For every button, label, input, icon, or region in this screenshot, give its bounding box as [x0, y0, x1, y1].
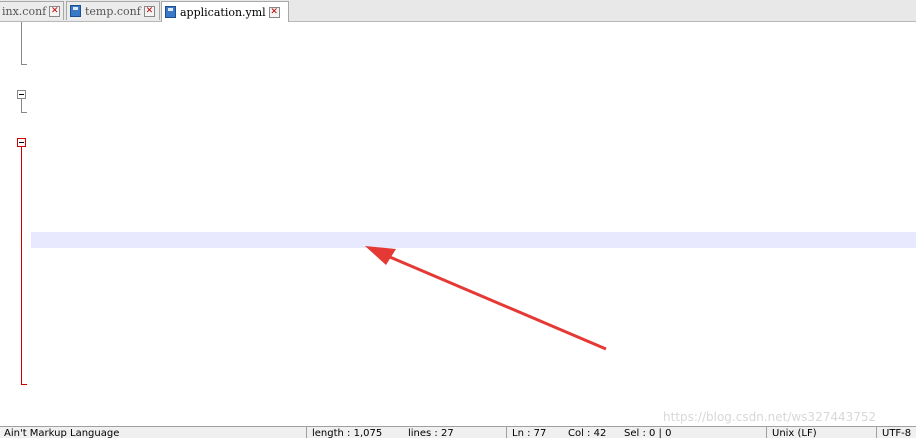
tab-nginx-conf[interactable]: inx.conf ✕ — [0, 1, 64, 20]
save-disk-icon — [165, 6, 176, 18]
close-icon[interactable]: ✕ — [49, 5, 61, 17]
tab-label: application.yml — [180, 5, 266, 19]
code-editor[interactable] — [0, 22, 916, 426]
fold-end — [21, 64, 27, 65]
fold-toggle-icon[interactable] — [17, 90, 26, 99]
current-line-highlight — [31, 232, 916, 248]
fold-end — [21, 384, 27, 385]
fold-toggle-icon[interactable] — [17, 138, 26, 147]
tab-label: inx.conf — [2, 4, 47, 18]
close-icon[interactable]: ✕ — [268, 6, 280, 18]
status-bar: Ain't Markup Language length : 1,075 lin… — [0, 426, 916, 438]
tab-application-yml[interactable]: application.yml ✕ — [161, 1, 289, 22]
fold-line — [21, 22, 22, 64]
tab-bar: inx.conf ✕ temp.conf ✕ application.yml ✕ — [0, 0, 916, 22]
fold-line — [21, 147, 22, 384]
fold-line — [21, 99, 22, 112]
save-disk-icon — [70, 5, 81, 17]
tab-label: temp.conf — [85, 4, 141, 18]
watermark: https://blog.csdn.net/ws327443752 — [663, 410, 877, 424]
tab-temp-conf[interactable]: temp.conf ✕ — [66, 1, 160, 20]
fold-end — [21, 112, 27, 113]
close-icon[interactable]: ✕ — [143, 5, 155, 17]
fold-gutter — [0, 22, 31, 426]
